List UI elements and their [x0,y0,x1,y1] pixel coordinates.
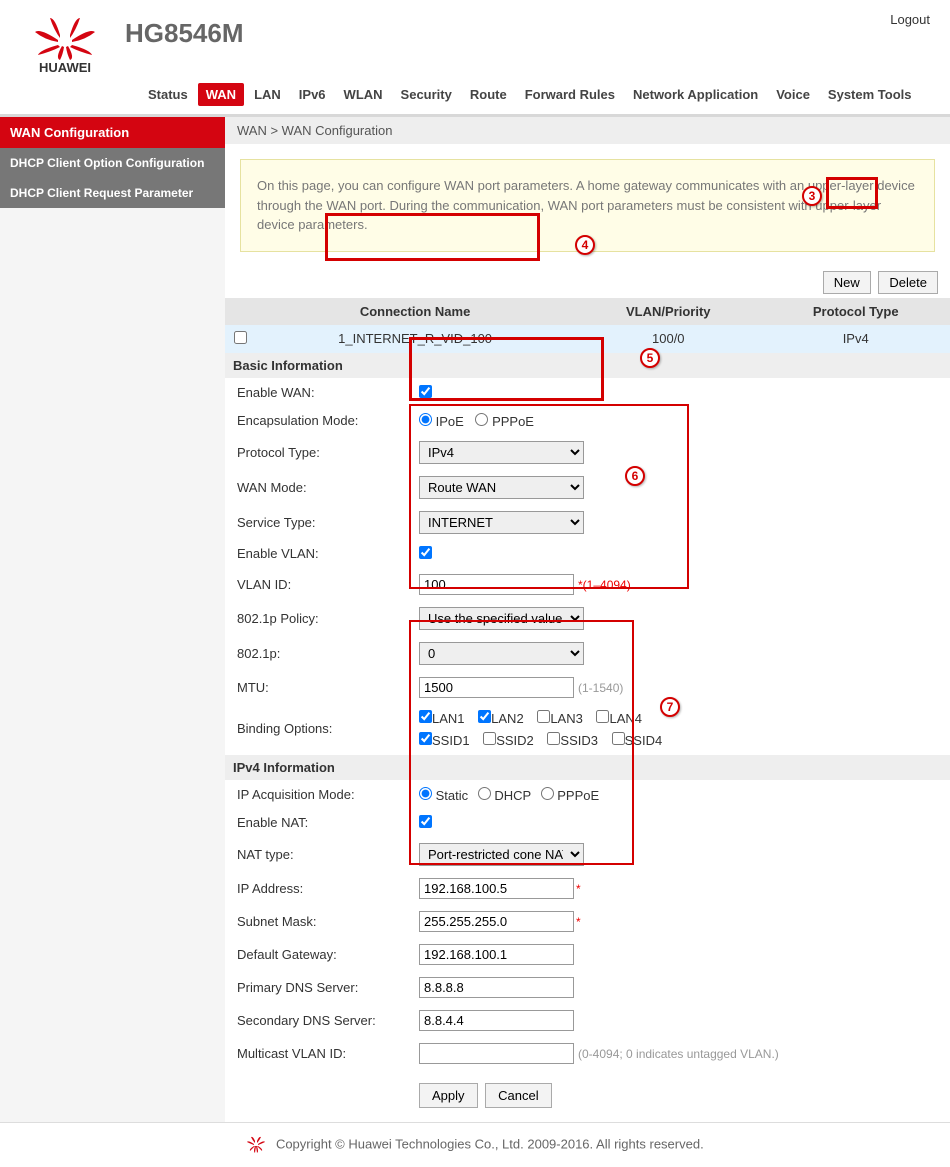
logout-link[interactable]: Logout [890,12,930,27]
enable-nat-checkbox[interactable] [419,815,432,828]
nav-tab-route[interactable]: Route [462,83,515,106]
toolbar: New Delete [225,267,950,298]
footer-text: Copyright © Huawei Technologies Co., Ltd… [276,1136,704,1151]
lbl-gw: Default Gateway: [227,939,407,970]
nav-tab-lan[interactable]: LAN [246,83,289,106]
bind-ssid3[interactable] [547,732,560,745]
dns2-input[interactable] [419,1010,574,1031]
mtu-hint: (1-1540) [578,681,623,695]
main-nav: StatusWANLANIPv6WLANSecurityRouteForward… [0,77,950,117]
lbl-8021p-policy: 802.1p Policy: [227,602,407,635]
svg-text:HUAWEI: HUAWEI [39,60,91,75]
sidebar-item-wan-config[interactable]: WAN Configuration [0,117,225,148]
lbl-ip: IP Address: [227,873,407,904]
th-proto: Protocol Type [761,298,950,325]
proto-select[interactable]: IPv4 [419,441,584,464]
nattype-select[interactable]: Port-restricted cone NAT [419,843,584,866]
service-select[interactable]: INTERNET [419,511,584,534]
bind-lan1[interactable] [419,710,432,723]
lbl-wanmode: WAN Mode: [227,471,407,504]
lbl-proto: Protocol Type: [227,436,407,469]
delete-button[interactable]: Delete [878,271,938,294]
section-basic: Basic Information [225,353,950,378]
cell-proto: IPv4 [761,325,950,353]
nav-tab-wan[interactable]: WAN [198,83,244,106]
bind-ssid2[interactable] [483,732,496,745]
mcvlan-input[interactable] [419,1043,574,1064]
8021p-select[interactable]: 0 [419,642,584,665]
cancel-button[interactable]: Cancel [485,1083,551,1108]
bind-lan4[interactable] [596,710,609,723]
nav-tab-voice[interactable]: Voice [768,83,818,106]
lbl-binding: Binding Options: [227,705,407,753]
mtu-input[interactable] [419,677,574,698]
8021p-policy-select[interactable]: Use the specified value [419,607,584,630]
lbl-mask: Subnet Mask: [227,906,407,937]
lbl-nattype: NAT type: [227,838,407,871]
lbl-service: Service Type: [227,506,407,539]
enable-wan-checkbox[interactable] [419,385,432,398]
ip-input[interactable] [419,878,574,899]
lbl-mtu: MTU: [227,672,407,703]
nav-tab-ipv6[interactable]: IPv6 [291,83,334,106]
lbl-dns2: Secondary DNS Server: [227,1005,407,1036]
encap-ipoe-label: IPoE [436,414,464,429]
nav-tab-network-application[interactable]: Network Application [625,83,766,106]
bind-lan2[interactable] [478,710,491,723]
row-checkbox[interactable] [234,331,247,344]
nav-tab-status[interactable]: Status [140,83,196,106]
lbl-nat: Enable NAT: [227,810,407,836]
huawei-logo: HUAWEI [20,10,110,75]
lbl-enable-wan: Enable WAN: [227,380,407,406]
ipacq-dhcp-radio[interactable] [478,787,491,800]
ipacq-static-radio[interactable] [419,787,432,800]
footer: Copyright © Huawei Technologies Co., Ltd… [0,1122,950,1167]
sidebar-item-dhcp-request[interactable]: DHCP Client Request Parameter [0,178,225,208]
lbl-8021p: 802.1p: [227,637,407,670]
mask-input[interactable] [419,911,574,932]
dns1-input[interactable] [419,977,574,998]
lbl-dns1: Primary DNS Server: [227,972,407,1003]
breadcrumb: WAN > WAN Configuration [225,117,950,144]
encap-pppoe-radio[interactable] [475,413,488,426]
wanmode-select[interactable]: Route WAN [419,476,584,499]
sidebar: WAN Configuration DHCP Client Option Con… [0,117,225,1122]
section-ipv4: IPv4 Information [225,755,950,780]
cell-conn: 1_INTERNET_R_VID_100 [255,325,575,353]
vlanid-hint: *(1–4094) [578,578,631,592]
nav-tab-forward-rules[interactable]: Forward Rules [517,83,623,106]
encap-ipoe-radio[interactable] [419,413,432,426]
nav-tab-wlan[interactable]: WLAN [336,83,391,106]
sidebar-item-dhcp-option[interactable]: DHCP Client Option Configuration [0,148,225,178]
encap-pppoe-label: PPPoE [492,414,534,429]
bind-ssid4[interactable] [612,732,625,745]
connection-table: Connection Name VLAN/Priority Protocol T… [225,298,950,353]
vlanid-input[interactable] [419,574,574,595]
mcvlan-hint: (0-4094; 0 indicates untagged VLAN.) [578,1047,779,1061]
enable-vlan-checkbox[interactable] [419,546,432,559]
lbl-enable-vlan: Enable VLAN: [227,541,407,567]
model-label: HG8546M [125,18,244,49]
new-button[interactable]: New [823,271,871,294]
lbl-ipacq: IP Acquisition Mode: [227,782,407,808]
huawei-logo-small [246,1135,266,1155]
content: WAN > WAN Configuration On this page, yo… [225,117,950,1122]
cell-vlan: 100/0 [575,325,761,353]
th-vlan: VLAN/Priority [575,298,761,325]
nav-tab-security[interactable]: Security [393,83,460,106]
ipacq-pppoe-radio[interactable] [541,787,554,800]
bind-ssid1[interactable] [419,732,432,745]
header: HUAWEI HG8546M Logout [0,0,950,77]
page-hint: On this page, you can configure WAN port… [240,159,935,252]
th-conn-name: Connection Name [255,298,575,325]
nav-tab-system-tools[interactable]: System Tools [820,83,920,106]
gw-input[interactable] [419,944,574,965]
lbl-mcvlan: Multicast VLAN ID: [227,1038,407,1069]
lbl-vlanid: VLAN ID: [227,569,407,600]
lbl-encap: Encapsulation Mode: [227,408,407,434]
apply-button[interactable]: Apply [419,1083,478,1108]
bind-lan3[interactable] [537,710,550,723]
table-row[interactable]: 1_INTERNET_R_VID_100 100/0 IPv4 [225,325,950,353]
